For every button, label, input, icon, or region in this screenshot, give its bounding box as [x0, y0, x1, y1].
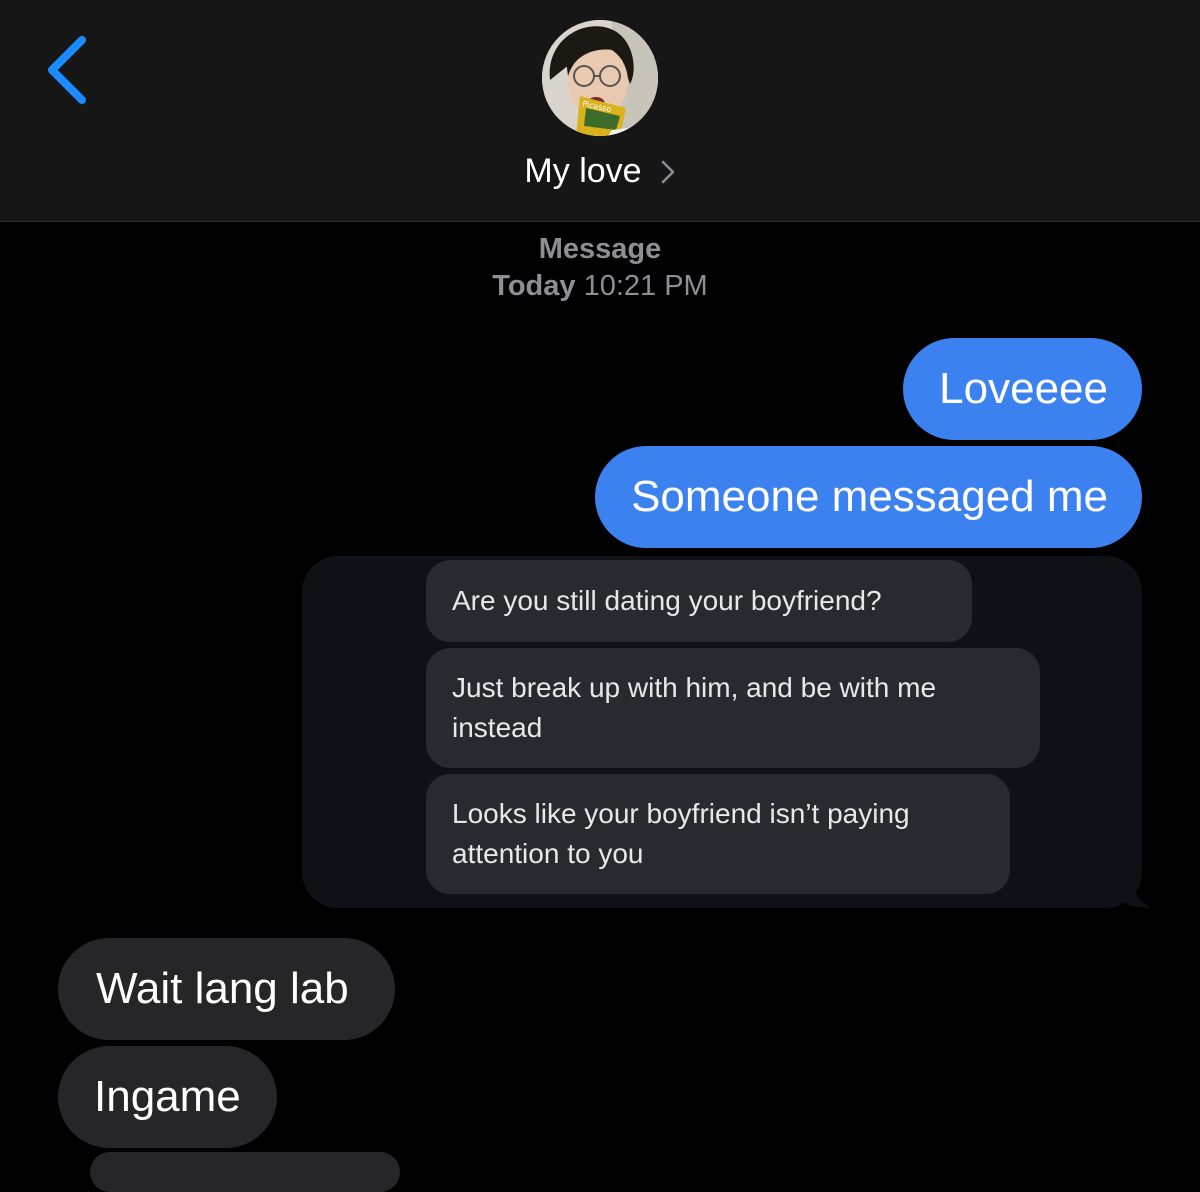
timestamp-time: 10:21 PM — [583, 270, 708, 302]
thread-timestamp: Message Today 10:21 PM — [0, 232, 1200, 306]
sent-message-bubble[interactable]: Loveeee — [903, 338, 1142, 440]
back-button[interactable] — [40, 30, 100, 110]
received-message-bubble[interactable]: Ingame — [58, 1046, 277, 1148]
conversation-header: Picasso My love — [0, 0, 1200, 222]
timestamp-day: Today — [492, 270, 576, 302]
avatar-photo: Picasso — [542, 20, 658, 136]
contact-name-button[interactable]: My love — [0, 146, 1200, 196]
sent-message-bubble[interactable]: Someone messaged me — [595, 446, 1142, 548]
bubble-tail — [1118, 880, 1152, 908]
service-label: Message — [538, 233, 662, 265]
chevron-right-icon — [661, 160, 674, 184]
screenshot-message: Looks like your boyfriend isn’t paying a… — [426, 774, 1010, 894]
contact-name: My love — [524, 151, 642, 190]
timestamp-label: Today 10:21 PM — [0, 266, 1200, 306]
sent-image-attachment[interactable]: Are you still dating your boyfriend? Jus… — [302, 556, 1142, 908]
contact-avatar[interactable]: Picasso — [542, 20, 658, 136]
received-message-bubble[interactable]: Wait lang lab — [58, 938, 395, 1040]
screenshot-message: Are you still dating your boyfriend? — [426, 560, 972, 642]
screenshot-message: Just break up with him, and be with me i… — [426, 648, 1040, 768]
received-message-bubble-partial[interactable] — [90, 1152, 400, 1192]
chevron-left-icon — [48, 36, 86, 104]
